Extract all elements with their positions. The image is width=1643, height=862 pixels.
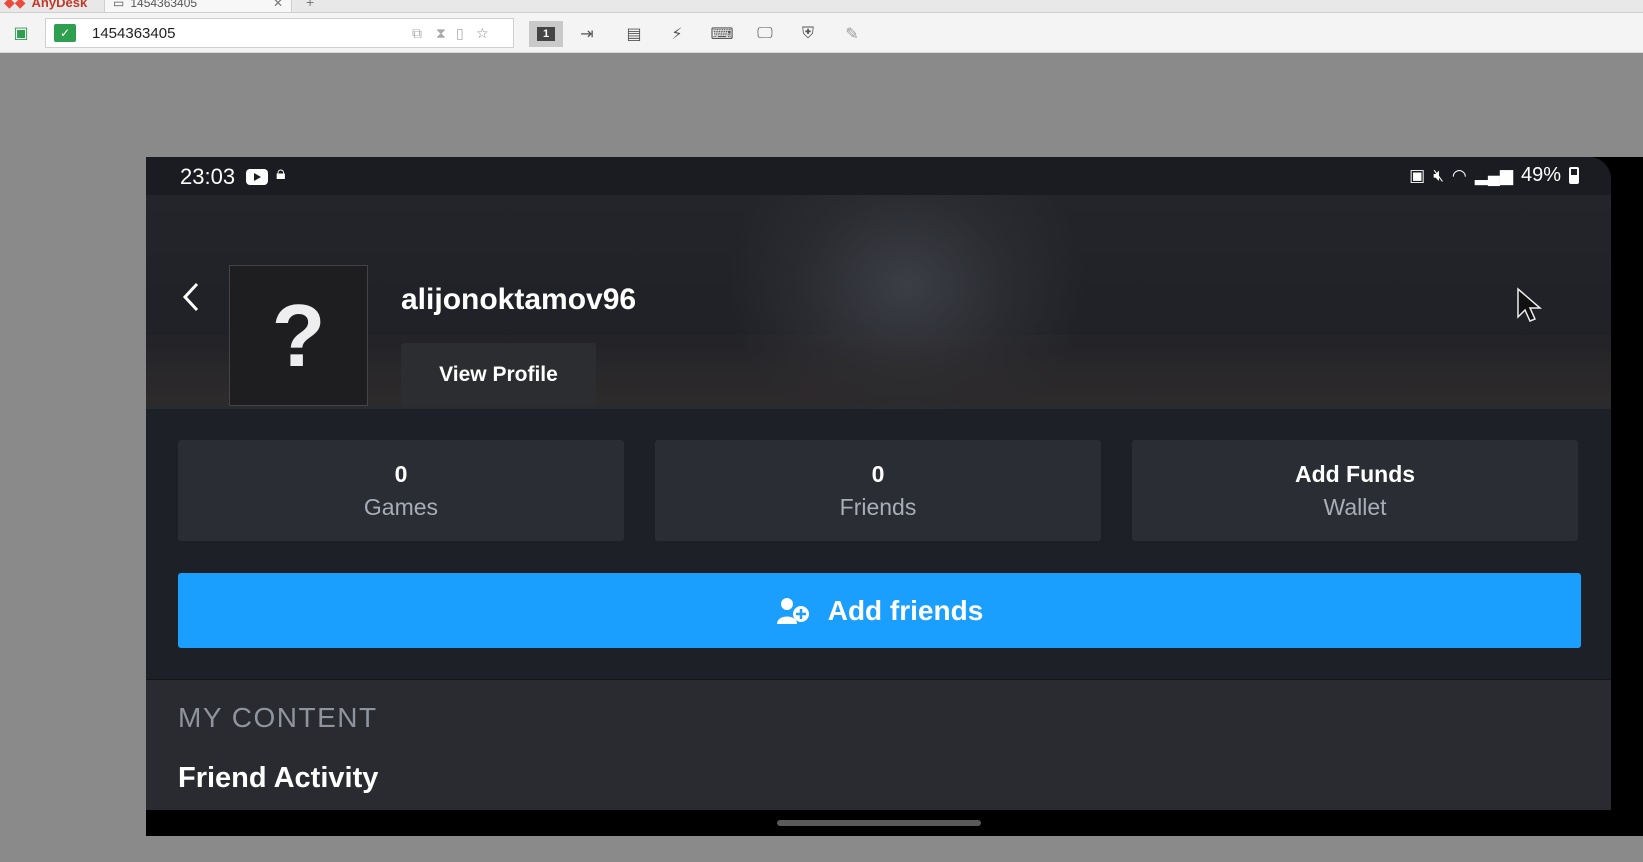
connection-status-icon[interactable]: ▣	[10, 23, 32, 43]
session-tab[interactable]: ▭ 1454363405 ✕	[104, 0, 292, 12]
friends-count: 0	[871, 460, 885, 487]
wallet-label: Wallet	[1323, 493, 1387, 520]
view-profile-button[interactable]: View Profile	[401, 343, 596, 407]
android-status-bar: 23:03 🔒︎ ▣ 🔇︎ ◠ ▂▄▆ 49%	[146, 157, 1611, 195]
signal-icon: ▂▄▆	[1474, 165, 1513, 185]
wallet-stat[interactable]: Add Funds Wallet	[1132, 440, 1578, 541]
remote-phone: 23:03 🔒︎ ▣ 🔇︎ ◠ ▂▄▆ 49% ? alijonoktamov9…	[146, 157, 1643, 836]
add-friends-label: Add friends	[827, 594, 984, 626]
back-chevron-icon[interactable]	[176, 277, 206, 317]
stats-row: 0 Games 0 Friends Add Funds Wallet	[178, 440, 1578, 541]
keyboard-icon[interactable]: ⌨	[708, 23, 736, 45]
address-text: 1454363405	[92, 24, 176, 42]
lock-icon: 🔒︎	[276, 163, 286, 183]
display-settings-icon[interactable]: 🖵	[752, 23, 778, 45]
anydesk-logo-icon: ◆◆	[4, 0, 26, 10]
add-person-icon	[776, 597, 809, 624]
mouse-cursor-icon	[1517, 287, 1543, 322]
chat-icon[interactable]: ▤	[622, 23, 646, 45]
address-bar[interactable]: ✓ 1454363405 ⧉ ⧗ ▯ ☆	[45, 18, 514, 48]
session-tab-title: 1454363405	[130, 0, 198, 10]
battery-percent: 49%	[1520, 164, 1561, 186]
wifi-icon: ◠	[1451, 165, 1467, 185]
home-gesture-bar[interactable]	[777, 820, 981, 826]
anydesk-toolbar: ▣ ✓ 1454363405 ⧉ ⧗ ▯ ☆ 1 ⇥ ▤ ⚡ ⌨ 🖵 ⛨ ✎	[0, 13, 1643, 53]
my-content-section: MY CONTENT Friend Activity	[146, 680, 1611, 810]
friends-stat[interactable]: 0 Friends	[655, 440, 1101, 541]
actions-lightning-icon[interactable]: ⚡	[667, 23, 687, 45]
avatar-placeholder: ?	[271, 285, 326, 385]
draw-pen-icon[interactable]: ✎	[841, 23, 863, 45]
games-stat[interactable]: 0 Games	[178, 440, 624, 541]
verified-connection-icon: ✓	[54, 24, 76, 42]
battery-saver-icon: ▣	[1409, 165, 1426, 185]
avatar[interactable]: ?	[229, 265, 368, 406]
permissions-shield-icon[interactable]: ⛨	[797, 23, 819, 45]
username: alijonoktamov96	[401, 283, 637, 316]
status-time: 23:03	[180, 164, 236, 189]
monitor-icon: ▭	[113, 0, 125, 10]
add-friends-button[interactable]: Add friends	[178, 573, 1581, 648]
clipboard-icon[interactable]: ▯	[456, 25, 464, 42]
friends-label: Friends	[839, 493, 917, 520]
hourglass-icon[interactable]: ⧗	[436, 25, 446, 42]
games-label: Games	[363, 493, 439, 520]
anydesk-logo: ◆◆ AnyDesk	[4, 0, 87, 11]
youtube-notification-icon	[246, 169, 268, 185]
profile-header: ? alijonoktamov96 View Profile	[146, 195, 1611, 409]
status-right: ▣ 🔇︎ ◠ ▂▄▆ 49%	[1409, 164, 1579, 187]
phone-screen: 23:03 🔒︎ ▣ 🔇︎ ◠ ▂▄▆ 49% ? alijonoktamov9…	[146, 157, 1611, 810]
file-transfer-icon[interactable]: ⇥	[575, 23, 599, 45]
display-selector[interactable]: 1	[529, 21, 563, 47]
friend-activity-heading[interactable]: Friend Activity	[178, 762, 378, 795]
battery-icon	[1569, 167, 1579, 184]
mute-icon: 🔇︎	[1433, 165, 1444, 185]
anydesk-tabbar: ◆◆ AnyDesk ▭ 1454363405 ✕ +	[0, 0, 1643, 13]
remote-screen-icon[interactable]: ⧉	[412, 25, 422, 42]
add-funds-label: Add Funds	[1294, 460, 1416, 487]
games-count: 0	[394, 460, 408, 487]
my-content-heading: MY CONTENT	[178, 702, 378, 733]
new-tab-icon[interactable]: +	[306, 0, 314, 10]
close-tab-icon[interactable]: ✕	[273, 0, 283, 10]
favorite-star-icon[interactable]: ☆	[476, 25, 489, 42]
